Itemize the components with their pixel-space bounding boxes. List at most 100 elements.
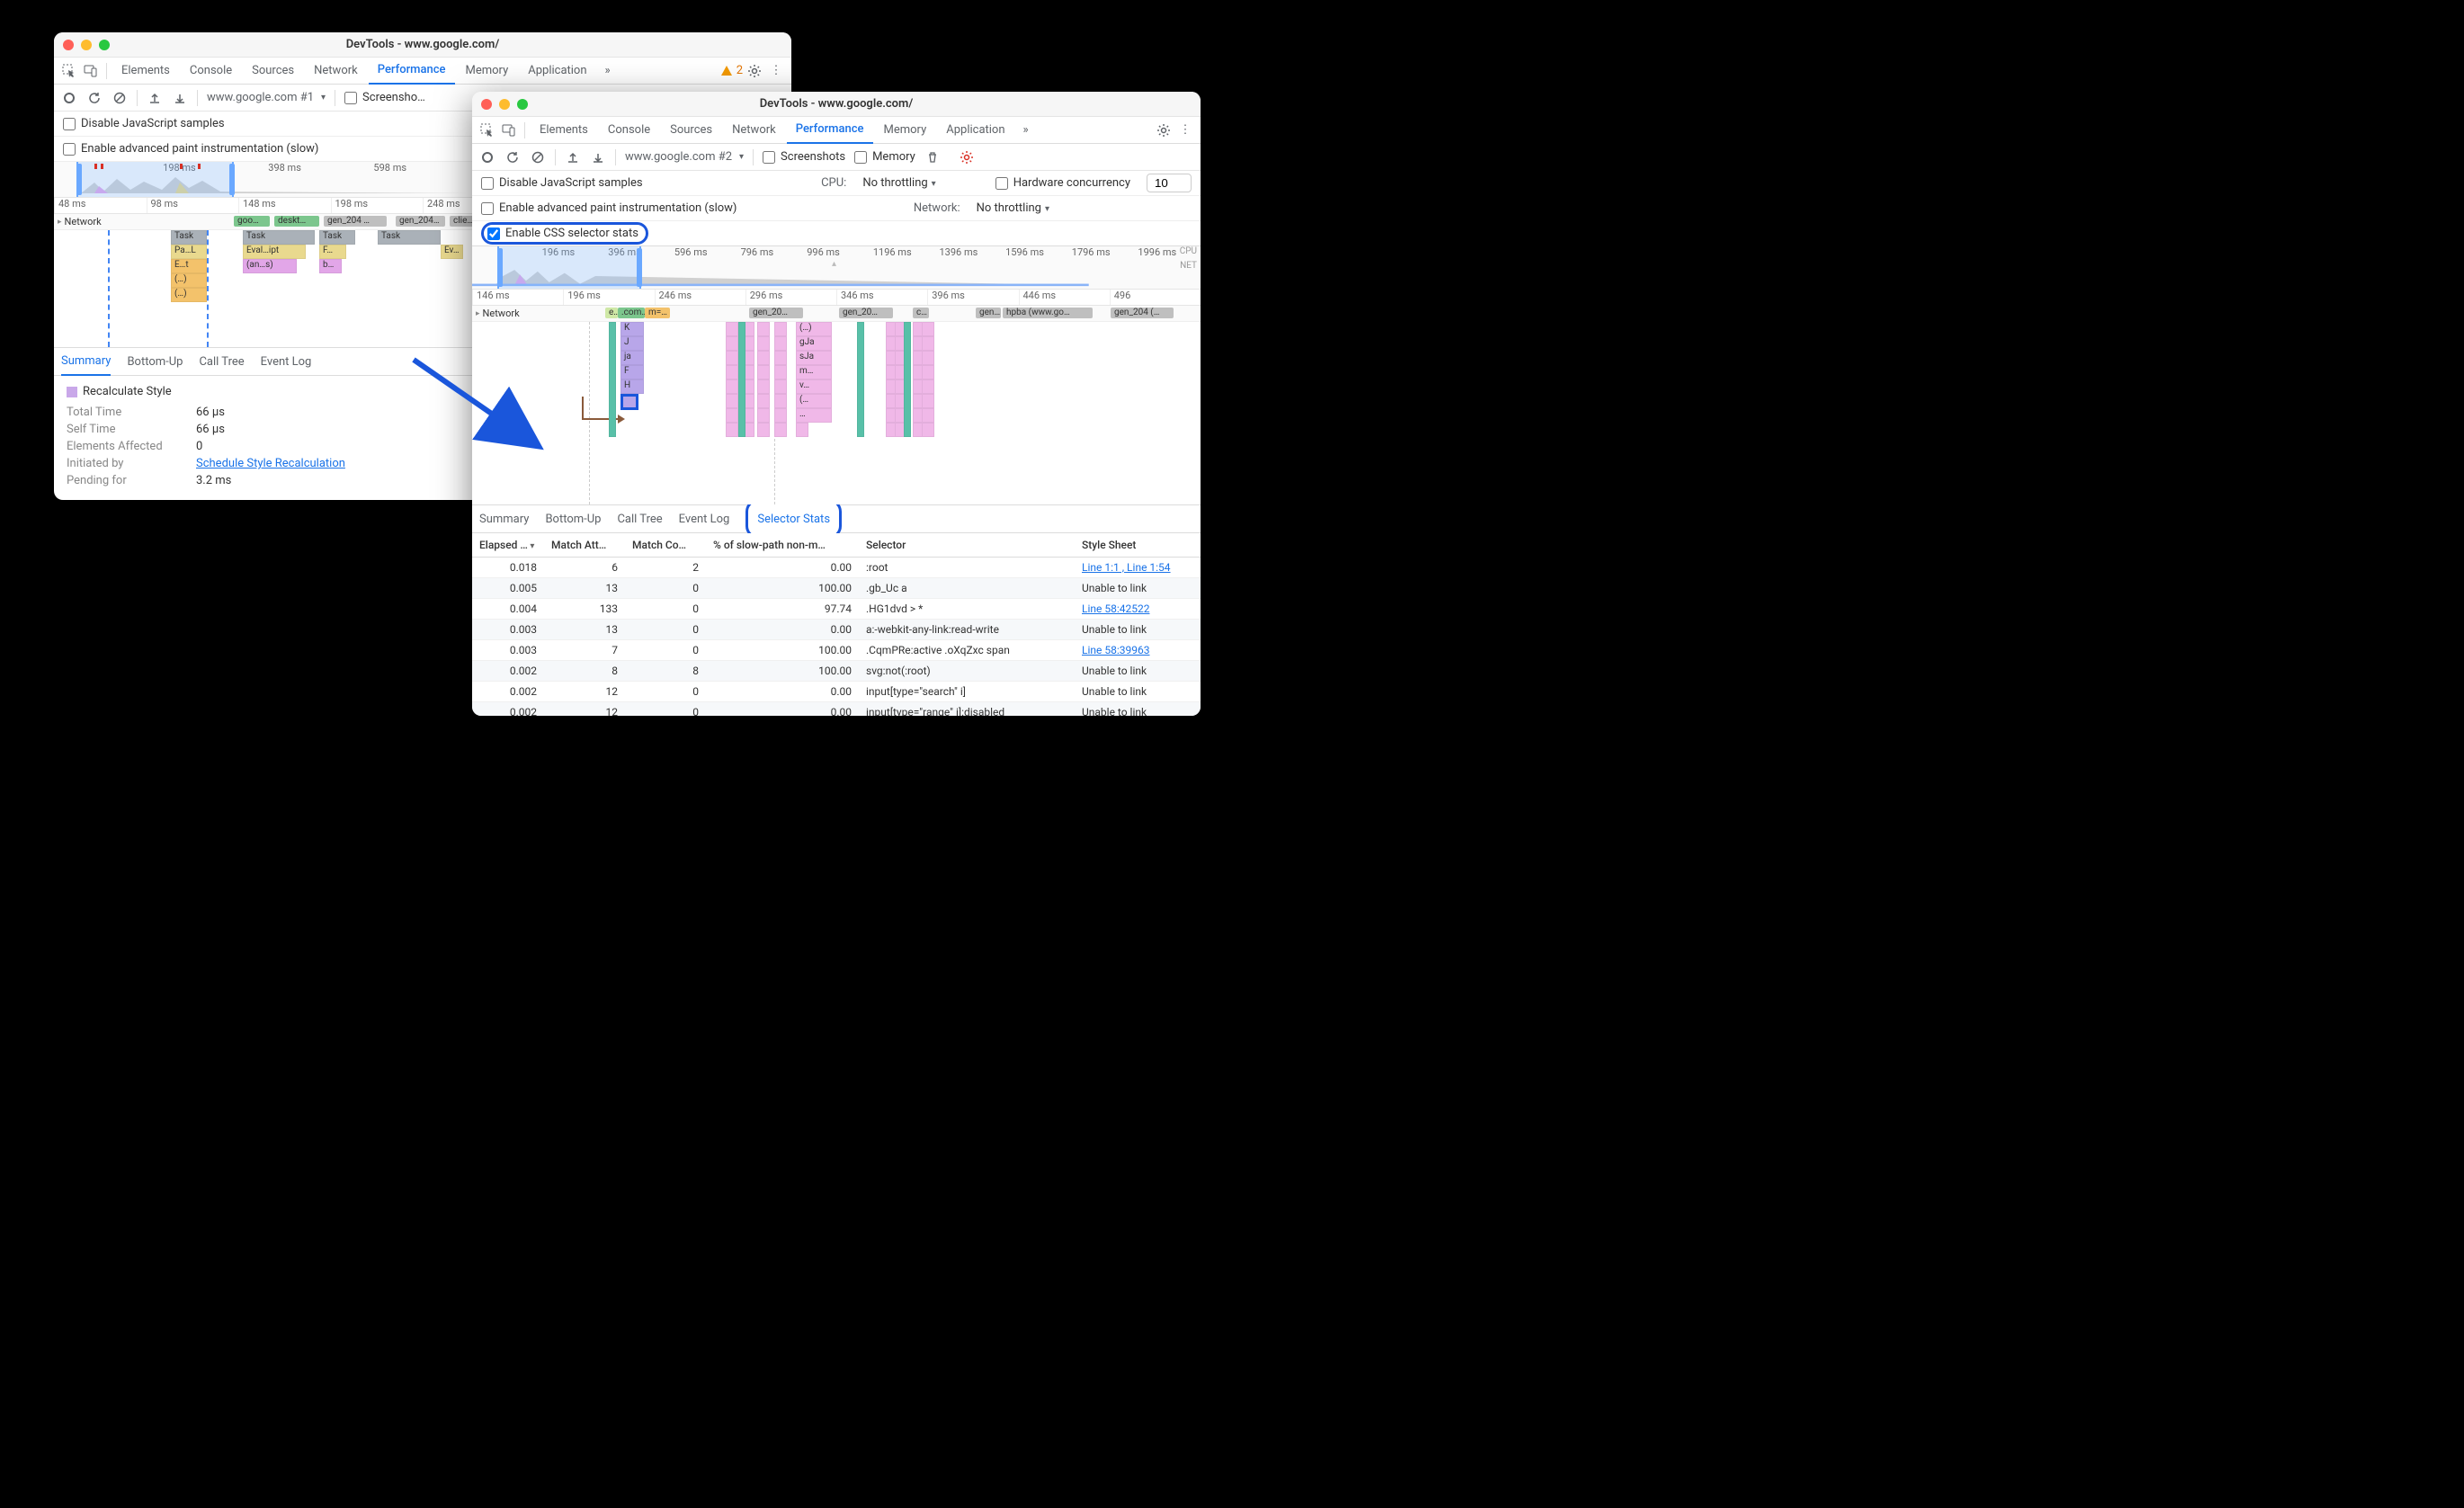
tab-sources[interactable]: Sources — [661, 117, 721, 144]
flame-cell[interactable]: Ev… — [441, 245, 463, 259]
stylesheet-cell[interactable]: Line 58:39963 — [1075, 640, 1201, 661]
network-request[interactable]: gen_204 (… — [1111, 308, 1174, 318]
subtab-eventlog[interactable]: Event Log — [261, 347, 312, 376]
tab-memory[interactable]: Memory — [457, 58, 518, 85]
reload-icon[interactable] — [86, 90, 103, 106]
flame-cell[interactable] — [922, 423, 934, 437]
device-icon[interactable] — [499, 120, 519, 140]
stylesheet-cell[interactable]: Line 58:42522 — [1075, 599, 1201, 620]
flame-cell[interactable]: (an…s) — [243, 259, 297, 273]
subtab-calltree[interactable]: Call Tree — [617, 504, 662, 533]
kebab-icon[interactable]: ⋮ — [766, 61, 786, 81]
subtab-summary[interactable]: Summary — [479, 504, 529, 533]
tab-application[interactable]: Application — [937, 117, 1013, 144]
record-icon[interactable] — [479, 149, 495, 165]
flame-cell[interactable]: E…t — [171, 259, 207, 273]
flame-cell[interactable]: (… — [796, 394, 832, 408]
column-header[interactable]: Selector — [859, 533, 1075, 558]
column-header[interactable]: Elapsed … — [472, 533, 544, 558]
flame-cell[interactable]: b… — [319, 259, 342, 273]
network-request[interactable]: goo… — [234, 216, 270, 227]
flame-cell[interactable] — [726, 322, 738, 336]
download-icon[interactable] — [590, 149, 606, 165]
flame-cell[interactable] — [757, 408, 770, 423]
gear-icon[interactable] — [1154, 120, 1174, 140]
subtab-bottomup[interactable]: Bottom-Up — [545, 504, 601, 533]
gear-icon[interactable] — [745, 61, 764, 81]
flame-cell[interactable]: v… — [796, 379, 832, 394]
link[interactable]: Schedule Style Recalculation — [196, 457, 345, 470]
flame-cell[interactable]: gJa — [796, 336, 832, 351]
tab-memory[interactable]: Memory — [875, 117, 936, 144]
flame-cell[interactable]: F… — [319, 245, 346, 259]
network-request[interactable]: gen_20… — [839, 308, 893, 318]
stylesheet-cell[interactable]: Line 1:1 , Line 1:54 — [1075, 558, 1201, 578]
flame-cell[interactable]: (…) — [796, 322, 832, 336]
column-header[interactable]: Match Att… — [544, 533, 625, 558]
disable-js-checkbox[interactable]: Disable JavaScript samples — [63, 117, 225, 130]
flame-cell[interactable] — [726, 408, 738, 423]
network-lane[interactable]: ▸Network e….com…m=…gen_20…gen_20…c…gen…h… — [472, 306, 1201, 322]
paint-instr-checkbox[interactable]: Enable advanced paint instrumentation (s… — [63, 142, 318, 156]
subtab-eventlog[interactable]: Event Log — [679, 504, 730, 533]
flame-cell[interactable] — [922, 394, 934, 408]
tab-elements[interactable]: Elements — [531, 117, 597, 144]
network-request[interactable]: .com… — [618, 308, 645, 318]
flame-cell[interactable] — [922, 365, 934, 379]
network-select[interactable]: No throttling — [977, 201, 1049, 215]
flame-cell[interactable]: ja — [620, 351, 644, 365]
network-request[interactable]: gen_20… — [749, 308, 803, 318]
subtab-calltree[interactable]: Call Tree — [199, 347, 244, 376]
flame-cell[interactable]: sJa — [796, 351, 832, 365]
upload-icon[interactable] — [565, 149, 581, 165]
table-row[interactable]: 0.00288100.00svg:not(:root)Unable to lin… — [472, 661, 1201, 682]
network-request[interactable]: c… — [913, 308, 929, 318]
tab-console[interactable]: Console — [599, 117, 659, 144]
tab-console[interactable]: Console — [181, 58, 241, 85]
flame-chart[interactable]: KJjaFH(…)gJasJam…v…(…… — [472, 322, 1201, 504]
subtab-selectorstats[interactable]: Selector Stats — [757, 504, 830, 533]
flame-cell[interactable] — [757, 394, 770, 408]
network-request[interactable]: hpba (www.go… — [1003, 308, 1093, 318]
more-tabs-icon[interactable]: » — [1016, 120, 1036, 140]
tab-performance[interactable]: Performance — [369, 58, 455, 85]
table-row[interactable]: 0.005130100.00.gb_Uc aUnable to link — [472, 578, 1201, 599]
table-row[interactable]: 0.0031300.00a:-webkit-any-link:read-writ… — [472, 620, 1201, 640]
screenshots-checkbox[interactable]: Screenshots — [763, 150, 845, 164]
flame-cell[interactable] — [726, 379, 738, 394]
trash-icon[interactable] — [924, 149, 941, 165]
hw-concurrency-input[interactable] — [1147, 174, 1192, 192]
flame-cell[interactable] — [796, 423, 808, 437]
table-row[interactable]: 0.00370100.00.CqmPRe:active .oXqZxc span… — [472, 640, 1201, 661]
table-row[interactable]: 0.0021200.00input[type="range" i]:disabl… — [472, 702, 1201, 717]
flame-cell[interactable]: Pa…L — [171, 245, 207, 259]
selector-stats-table-wrap[interactable]: Elapsed …Match Att…Match Co…% of slow-pa… — [472, 533, 1201, 716]
flame-cell[interactable] — [757, 351, 770, 365]
device-icon[interactable] — [81, 61, 101, 81]
flame-cell[interactable] — [726, 336, 738, 351]
tab-elements[interactable]: Elements — [112, 58, 179, 85]
flame-cell[interactable]: (…) — [171, 273, 207, 288]
css-selector-stats-checkbox[interactable]: Enable CSS selector stats — [487, 227, 638, 240]
flame-cell[interactable] — [757, 365, 770, 379]
network-request[interactable]: gen_204 … — [324, 216, 387, 227]
inspect-icon[interactable] — [59, 61, 79, 81]
tab-network[interactable]: Network — [723, 117, 785, 144]
download-icon[interactable] — [172, 90, 188, 106]
flame-cell[interactable] — [726, 423, 738, 437]
column-header[interactable]: Match Co… — [625, 533, 706, 558]
flame-cell[interactable] — [757, 322, 770, 336]
network-request[interactable]: deskt… — [274, 216, 319, 227]
flame-cell[interactable]: m… — [796, 365, 832, 379]
flame-cell[interactable] — [774, 379, 787, 394]
flame-cell[interactable] — [774, 322, 787, 336]
flame-cell[interactable] — [774, 408, 787, 423]
flame-cell[interactable] — [726, 365, 738, 379]
flame-cell[interactable] — [774, 336, 787, 351]
flame-cell[interactable]: Task — [243, 230, 315, 245]
subtab-summary[interactable]: Summary — [61, 347, 111, 376]
more-tabs-icon[interactable]: » — [598, 61, 618, 81]
flame-cell[interactable] — [922, 336, 934, 351]
gear-icon[interactable] — [959, 149, 975, 165]
table-row[interactable]: 0.004133097.74.HG1dvd > *Line 58:42522 — [472, 599, 1201, 620]
